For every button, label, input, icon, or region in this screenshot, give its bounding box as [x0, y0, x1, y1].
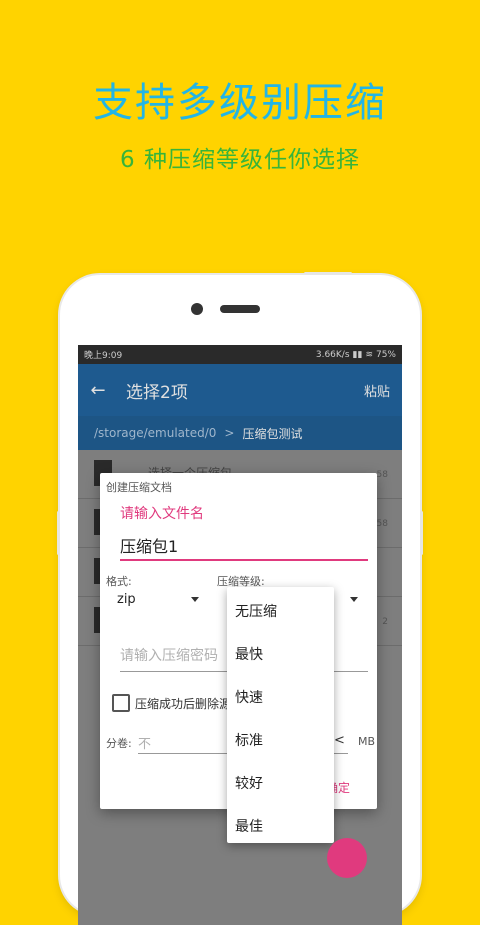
filename-input[interactable]: 压缩包1	[120, 533, 178, 557]
phone-side-button	[420, 511, 423, 555]
level-option[interactable]: 无压缩	[235, 601, 277, 621]
network-speed: 3.66K/s	[315, 349, 350, 360]
wifi-icon: ≋	[365, 349, 373, 360]
split-unit-label: MB	[358, 735, 376, 748]
signal-icon: ▮▮	[352, 349, 363, 360]
breadcrumb-path[interactable]: /storage/emulated/0	[94, 426, 216, 440]
earpiece-speaker	[220, 305, 260, 313]
paste-button[interactable]: 粘贴	[364, 381, 390, 400]
level-option[interactable]: 最快	[235, 644, 263, 664]
floating-action-button[interactable]	[327, 838, 367, 878]
breadcrumb-separator: >	[224, 426, 235, 440]
status-time: 晚上9:09	[84, 351, 123, 361]
level-dropdown-menu: 无压缩 最快 快速 标准 较好 最佳	[227, 587, 334, 843]
promo-subtitle: 6 种压缩等级任你选择	[120, 147, 360, 173]
filename-label: 请输入文件名	[120, 506, 204, 522]
split-label: 分卷:	[106, 737, 132, 750]
arrow-left-icon[interactable]: ←	[78, 380, 118, 401]
toolbar-title: 选择2项	[126, 382, 188, 403]
front-camera	[191, 303, 203, 315]
chevron-down-icon[interactable]	[350, 597, 358, 602]
level-option[interactable]: 快速	[235, 687, 263, 707]
file-size: 58	[376, 470, 388, 480]
breadcrumb: /storage/emulated/0 > 压缩包测试	[78, 416, 402, 450]
status-bar: 晚上9:09 3.66K/s ▮▮ ≋ 75%	[78, 345, 402, 364]
level-option[interactable]: 较好	[235, 773, 263, 793]
promo-title: 支持多级别压缩	[93, 80, 387, 126]
level-option[interactable]: 最佳	[235, 816, 263, 836]
battery-level: 75%	[375, 349, 396, 360]
format-label: 格式:	[106, 575, 132, 588]
file-size: 58	[376, 519, 388, 529]
app-toolbar: ← 选择2项 粘贴	[78, 364, 402, 416]
filename-underline	[120, 559, 368, 561]
dialog-title: 创建压缩文档	[106, 481, 172, 494]
format-select[interactable]: zip	[117, 592, 136, 607]
phone-top-button	[304, 272, 352, 275]
breadcrumb-current[interactable]: 压缩包测试	[242, 425, 302, 442]
split-input[interactable]: 不	[138, 733, 151, 752]
split-unit-arrow[interactable]: <	[334, 733, 345, 748]
phone-side-button	[57, 511, 60, 555]
password-input[interactable]: 请输入压缩密码	[120, 645, 218, 665]
file-size: 2	[382, 617, 388, 627]
chevron-down-icon[interactable]	[191, 597, 199, 602]
level-option[interactable]: 标准	[235, 730, 263, 750]
delete-source-checkbox[interactable]	[112, 694, 130, 712]
